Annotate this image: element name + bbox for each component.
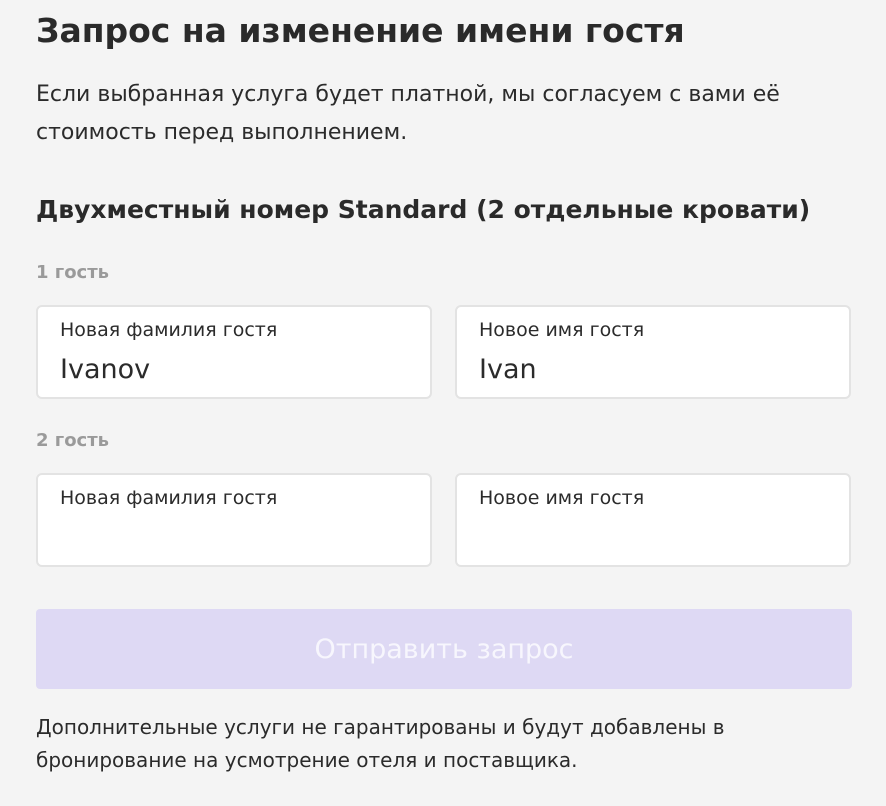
disclaimer-note: Дополнительные услуги не гарантированы и…: [36, 715, 725, 772]
guest-1-label: 1 гость: [36, 262, 110, 283]
guest-2-surname-input[interactable]: [58, 519, 412, 555]
pricing-note: Если выбранная услуга будет платной, мы …: [36, 82, 780, 145]
guest-2-name-label: Новое имя гостя: [479, 487, 645, 509]
guest-1-surname-field[interactable]: Новая фамилия гостя: [36, 305, 432, 399]
guest-1-surname-label: Новая фамилия гостя: [60, 319, 278, 341]
guest-2-label: 2 гость: [36, 430, 110, 451]
submit-request-button[interactable]: Отправить запрос: [36, 609, 852, 689]
guest-2-surname-label: Новая фамилия гостя: [60, 487, 278, 509]
guest-1-name-field[interactable]: Новое имя гостя: [455, 305, 851, 399]
page-title: Запрос на изменение имени гостя: [36, 11, 685, 50]
guest-1-name-input[interactable]: [477, 351, 831, 387]
room-title: Двухместный номер Standard (2 отдельные …: [36, 195, 811, 224]
guest-2-surname-field[interactable]: Новая фамилия гостя: [36, 473, 432, 567]
guest-2-name-field[interactable]: Новое имя гостя: [455, 473, 851, 567]
guest-2-name-input[interactable]: [477, 519, 831, 555]
guest-1-name-label: Новое имя гостя: [479, 319, 645, 341]
guest-1-surname-input[interactable]: [58, 351, 412, 387]
